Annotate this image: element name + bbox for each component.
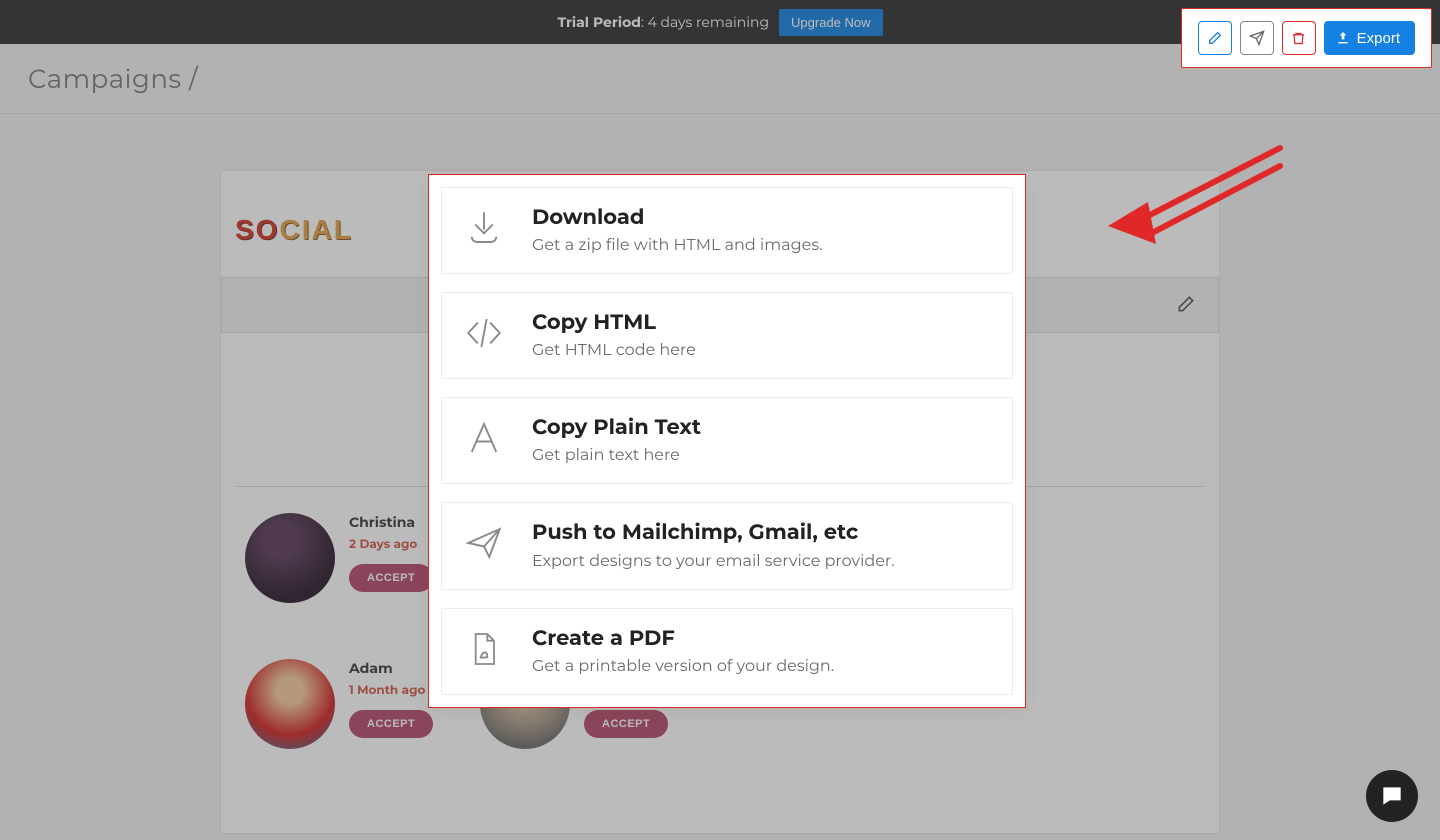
menu-title: Push to Mailchimp, Gmail, etc	[532, 521, 895, 545]
menu-desc: Get HTML code here	[532, 341, 696, 360]
menu-title: Download	[532, 206, 822, 230]
export-option-push-esp[interactable]: Push to Mailchimp, Gmail, etc Export des…	[441, 502, 1013, 589]
export-option-download[interactable]: Download Get a zip file with HTML and im…	[441, 187, 1013, 274]
menu-desc: Get a printable version of your design.	[532, 657, 834, 676]
export-label: Export	[1357, 30, 1400, 47]
letter-a-icon	[462, 416, 506, 460]
file-pdf-icon	[462, 627, 506, 671]
export-button[interactable]: Export	[1324, 21, 1415, 55]
download-icon	[462, 206, 506, 250]
delete-button[interactable]	[1282, 21, 1316, 55]
menu-desc: Export designs to your email service pro…	[532, 552, 895, 571]
upload-icon	[1335, 30, 1351, 46]
menu-desc: Get a zip file with HTML and images.	[532, 236, 822, 255]
chat-launcher[interactable]	[1366, 770, 1418, 822]
menu-title: Copy Plain Text	[532, 416, 701, 440]
code-icon	[462, 311, 506, 355]
send-button[interactable]	[1240, 21, 1274, 55]
campaign-action-bar: Export	[1181, 8, 1432, 68]
chat-icon	[1379, 783, 1405, 809]
menu-title: Copy HTML	[532, 311, 696, 335]
edit-button[interactable]	[1198, 21, 1232, 55]
export-menu: Download Get a zip file with HTML and im…	[428, 174, 1026, 708]
export-option-copy-html[interactable]: Copy HTML Get HTML code here	[441, 292, 1013, 379]
annotation-arrow	[1100, 138, 1300, 258]
menu-title: Create a PDF	[532, 627, 834, 651]
paper-plane-icon	[462, 521, 506, 565]
export-option-copy-text[interactable]: Copy Plain Text Get plain text here	[441, 397, 1013, 484]
menu-desc: Get plain text here	[532, 446, 701, 465]
export-option-pdf[interactable]: Create a PDF Get a printable version of …	[441, 608, 1013, 695]
